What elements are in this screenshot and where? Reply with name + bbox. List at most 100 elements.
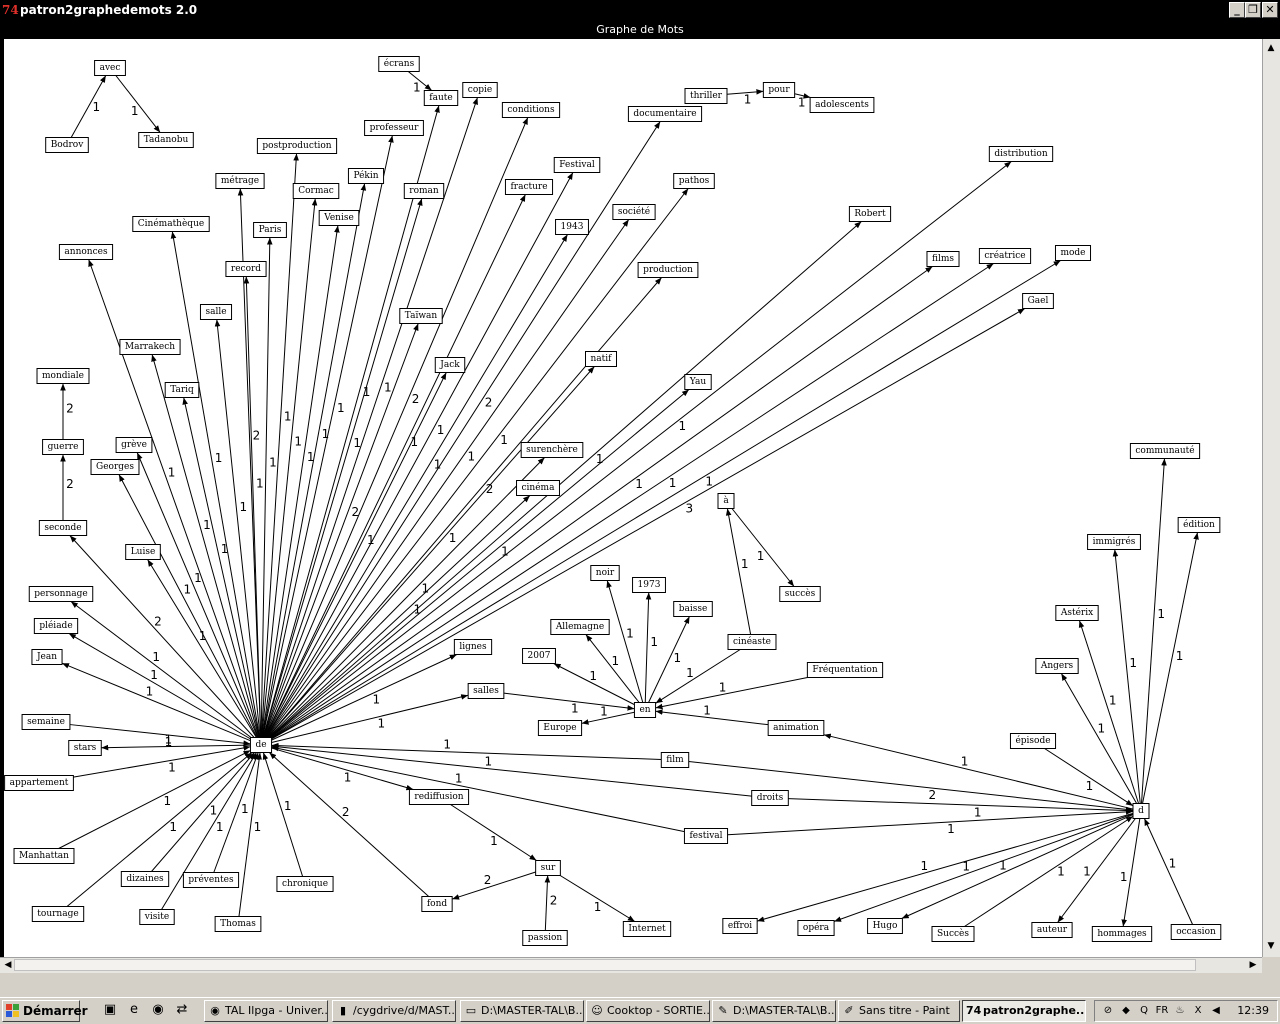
graph-node-allemagne[interactable]: Allemagne <box>550 619 610 635</box>
graph-node-paris[interactable]: Paris <box>253 222 287 238</box>
graph-node-salle[interactable]: salle <box>199 304 233 320</box>
graph-node-taiwan[interactable]: Taïwan <box>399 308 443 324</box>
internet-explorer-icon[interactable]: e <box>126 1002 142 1018</box>
graph-node-y1973[interactable]: 1973 <box>632 577 666 593</box>
maximize-button[interactable]: ❐ <box>1245 2 1261 18</box>
graph-node-chronique[interactable]: chronique <box>276 876 334 892</box>
scroll-down-icon[interactable]: ▼ <box>1264 939 1278 953</box>
graph-node-festival[interactable]: festival <box>683 828 729 844</box>
graph-node-mondiale[interactable]: mondiale <box>36 368 90 384</box>
language-fr-icon[interactable]: FR <box>1155 1004 1169 1018</box>
network-icon[interactable]: ⇄ <box>174 1002 190 1018</box>
graph-node-tournage[interactable]: tournage <box>31 906 85 922</box>
graph-node-y2007[interactable]: 2007 <box>522 648 556 664</box>
graph-node-passion[interactable]: passion <box>522 930 568 946</box>
graph-node-effroi[interactable]: effroi <box>722 918 758 934</box>
graph-node-tariq[interactable]: Tariq <box>164 382 200 398</box>
graph-node-conditions[interactable]: conditions <box>501 102 561 118</box>
graph-node-rediffusion[interactable]: rediffusion <box>408 789 470 805</box>
scroll-right-icon[interactable]: ▶ <box>1246 958 1260 972</box>
graph-node-luise[interactable]: Luise <box>125 544 161 560</box>
graph-node-postproduction[interactable]: postproduction <box>256 138 338 154</box>
graph-node-films[interactable]: films <box>926 251 960 267</box>
horizontal-scroll-thumb[interactable] <box>14 959 1196 971</box>
graph-node-baisse[interactable]: baisse <box>673 601 713 617</box>
graph-node-thomas[interactable]: Thomas <box>214 916 262 932</box>
graph-node-record[interactable]: record <box>225 261 267 277</box>
window-titlebar[interactable]: 74 patron2graphedemots 2.0 _ ❐ ✕ <box>0 0 1280 20</box>
graph-node-hugo[interactable]: Hugo <box>867 918 903 934</box>
graph-node-jack[interactable]: Jack <box>434 357 466 373</box>
task-paint[interactable]: ✐ Sans titre - Paint <box>838 1000 960 1022</box>
graph-node-adolescents[interactable]: adolescents <box>809 97 875 113</box>
graph-node-tadanobu[interactable]: Tadanobu <box>138 132 194 148</box>
graph-node-documentaire[interactable]: documentaire <box>627 106 703 122</box>
minimize-button[interactable]: _ <box>1229 2 1245 18</box>
graph-node-lignes[interactable]: lignes <box>453 639 493 655</box>
graph-node-mode[interactable]: mode <box>1054 245 1092 261</box>
graph-node-production[interactable]: production <box>637 262 699 278</box>
graph-node-festival_cap[interactable]: Festival <box>553 157 601 173</box>
graph-node-ecrans[interactable]: écrans <box>378 56 420 72</box>
graph-node-cineaste[interactable]: cinéaste <box>727 634 777 650</box>
graph-node-cinema[interactable]: cinéma <box>516 480 560 496</box>
graph-node-edition[interactable]: édition <box>1177 517 1221 533</box>
graph-node-pleiade[interactable]: pléiade <box>33 618 79 634</box>
graph-node-metrage[interactable]: métrage <box>215 173 265 189</box>
horizontal-scrollbar[interactable]: ◀ ▶ <box>0 957 1262 973</box>
graph-node-pour[interactable]: pour <box>762 82 796 98</box>
graph-node-noir[interactable]: noir <box>590 565 620 581</box>
volume-icon[interactable]: ◀ <box>1209 1004 1223 1018</box>
graph-node-immigres[interactable]: immigrés <box>1087 534 1141 550</box>
graph-node-distribution[interactable]: distribution <box>988 146 1054 162</box>
java-icon[interactable]: ♨ <box>1173 1004 1187 1018</box>
graph-node-avec[interactable]: avec <box>94 60 126 76</box>
graph-node-professeur[interactable]: professeur <box>364 120 424 136</box>
graph-node-bodrov[interactable]: Bodrov <box>45 137 89 153</box>
search-tray-icon[interactable]: Q <box>1137 1004 1151 1018</box>
graph-node-yau[interactable]: Yau <box>684 374 712 390</box>
graph-node-cormac[interactable]: Cormac <box>292 183 340 199</box>
graph-node-internet[interactable]: Internet <box>622 921 672 937</box>
graph-node-preventes[interactable]: préventes <box>182 872 240 888</box>
task-explorer-2[interactable]: ✎ D:\MASTER-TAL\B... <box>712 1000 836 1022</box>
graph-node-a[interactable]: à <box>717 493 735 509</box>
graph-node-seconde[interactable]: seconde <box>38 520 88 536</box>
graph-node-annonces[interactable]: annonces <box>58 244 114 260</box>
graph-node-stars[interactable]: stars <box>68 740 102 756</box>
tool-icon[interactable]: ◆ <box>1119 1004 1133 1018</box>
task-cygwin[interactable]: ▮ /cygdrive/d/MAST... <box>332 1000 456 1022</box>
graph-node-europe[interactable]: Europe <box>537 720 583 736</box>
graph-node-d[interactable]: d <box>1132 803 1150 819</box>
graph-node-asterix[interactable]: Astérix <box>1055 605 1099 621</box>
task-firefox[interactable]: ◉ TAL Ilpga - Univer... <box>204 1000 328 1022</box>
task-patron2graphedemots[interactable]: 74 patron2graphe... <box>962 1000 1086 1022</box>
graph-node-de[interactable]: de <box>249 737 273 753</box>
task-explorer-1[interactable]: ▭ D:\MASTER-TAL\B... <box>460 1000 584 1022</box>
graph-node-hommages[interactable]: hommages <box>1091 926 1153 942</box>
task-cooktop[interactable]: ☺ Cooktop - SORTIE... <box>586 1000 710 1022</box>
graph-node-greve[interactable]: grève <box>115 437 153 453</box>
graph-node-sur[interactable]: sur <box>535 860 561 876</box>
graph-node-dizaines[interactable]: dizaines <box>120 871 170 887</box>
graph-node-animation[interactable]: animation <box>767 720 825 736</box>
graph-node-y1943[interactable]: 1943 <box>555 219 589 235</box>
graph-node-visite[interactable]: visite <box>139 909 175 925</box>
graph-node-appartement[interactable]: appartement <box>4 775 74 791</box>
show-desktop-icon[interactable]: ▣ <box>102 1002 118 1018</box>
graph-node-surenchere[interactable]: surenchère <box>520 442 584 458</box>
graph-node-personnage[interactable]: personnage <box>28 586 94 602</box>
graph-node-manhattan[interactable]: Manhattan <box>13 848 75 864</box>
graph-node-pathos[interactable]: pathos <box>673 173 715 189</box>
close-button[interactable]: ✕ <box>1262 2 1278 18</box>
graph-node-faute[interactable]: faute <box>423 90 459 106</box>
graph-node-episode[interactable]: épisode <box>1009 733 1057 749</box>
graph-node-robert[interactable]: Robert <box>848 206 892 222</box>
graph-node-en[interactable]: en <box>633 702 657 718</box>
graph-node-fond[interactable]: fond <box>421 896 453 912</box>
graph-node-georges[interactable]: Georges <box>90 459 140 475</box>
firefox-icon[interactable]: ◉ <box>150 1002 166 1018</box>
scroll-left-icon[interactable]: ◀ <box>1 958 15 972</box>
security-icon[interactable]: ⊘ <box>1101 1004 1115 1018</box>
graph-node-marrakech[interactable]: Marrakech <box>119 339 181 355</box>
